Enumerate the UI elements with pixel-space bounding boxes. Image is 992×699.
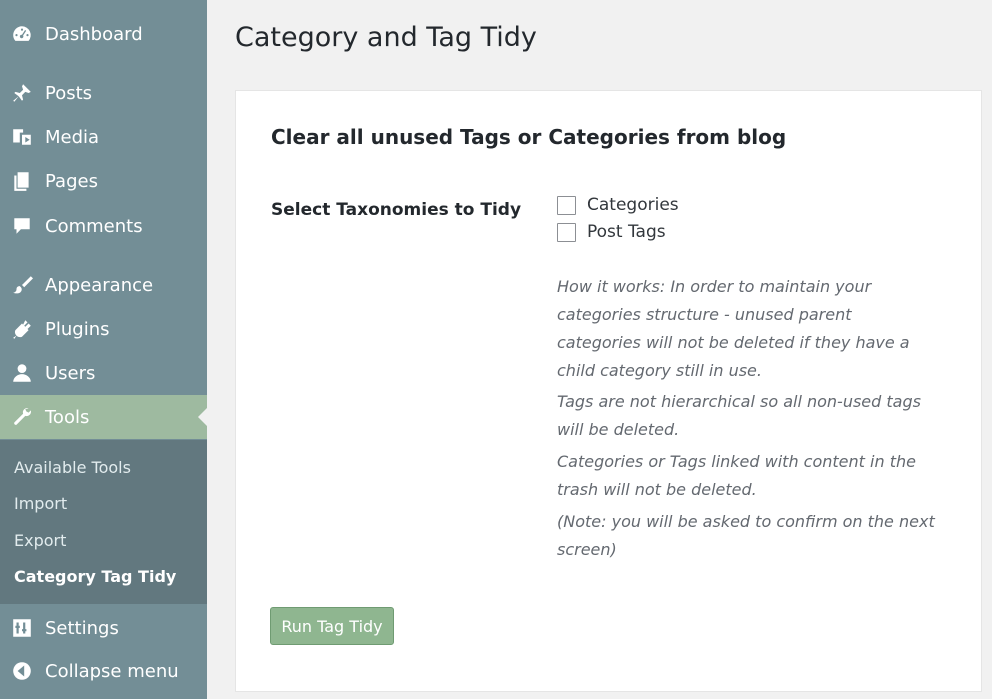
menu-label-settings: Settings [45,617,119,639]
submenu-item-category-tag-tidy[interactable]: Category Tag Tidy [14,567,176,586]
categories-option-label: Categories [587,195,679,215]
menu-label-comments: Comments [45,215,143,237]
content-panel: Clear all unused Tags or Categories from… [235,90,982,692]
menu-label-tools: Tools [45,406,90,428]
section-heading: Clear all unused Tags or Categories from… [271,125,787,149]
current-menu-arrow [198,408,207,426]
menu-item-media[interactable]: Media [0,115,207,159]
page-title: Category and Tag Tidy [235,22,537,53]
menu-label-collapse: Collapse menu [45,660,179,682]
paintbrush-icon [10,273,34,297]
settings-sliders-icon [10,616,34,640]
run-tag-tidy-button[interactable]: Run Tag Tidy [270,607,394,645]
menu-label-appearance: Appearance [45,274,154,296]
menu-item-dashboard[interactable]: Dashboard [0,12,207,56]
pin-icon [10,81,34,105]
comment-icon [10,214,34,238]
menu-item-comments[interactable]: Comments [0,204,207,248]
menu-label-users: Users [45,362,96,384]
post-tags-checkbox[interactable] [557,222,576,242]
menu-label-dashboard: Dashboard [45,23,143,45]
tools-submenu: Available Tools Import Export Category T… [0,440,207,604]
post-tags-option[interactable]: Post Tags [557,222,666,242]
menu-label-pages: Pages [45,170,98,192]
wrench-icon [10,405,34,429]
menu-item-posts[interactable]: Posts [0,71,207,115]
menu-label-media: Media [45,126,100,148]
menu-label-posts: Posts [45,82,93,104]
menu-item-users[interactable]: Users [0,351,207,395]
post-tags-option-label: Post Tags [587,222,666,242]
menu-item-tools[interactable]: Tools [0,395,207,439]
taxonomies-field-label: Select Taxonomies to Tidy [271,200,522,220]
pages-icon [10,169,34,193]
submenu-item-available-tools[interactable]: Available Tools [14,458,131,477]
description-trash: Categories or Tags linked with content i… [557,452,916,499]
description-note: (Note: you will be asked to confirm on t… [557,512,935,559]
menu-item-pages[interactable]: Pages [0,159,207,203]
description-tags: Tags are not hierarchical so all non-use… [557,392,921,439]
menu-item-plugins[interactable]: Plugins [0,307,207,351]
admin-sidebar: Dashboard Posts Media Pages Comments App… [0,0,207,699]
submenu-item-import[interactable]: Import [14,494,67,513]
categories-checkbox[interactable] [557,195,576,215]
plugin-icon [10,317,34,341]
user-icon [10,361,34,385]
menu-label-plugins: Plugins [45,318,110,340]
description-how-it-works: How it works: In order to maintain your … [557,277,910,380]
collapse-menu-button[interactable]: Collapse menu [0,649,207,693]
collapse-arrow-icon [10,659,34,683]
menu-item-settings[interactable]: Settings [0,606,207,650]
dashboard-icon [10,22,34,46]
categories-option[interactable]: Categories [557,195,679,215]
media-icon [10,125,34,149]
submenu-item-export[interactable]: Export [14,531,66,550]
menu-item-appearance[interactable]: Appearance [0,263,207,307]
